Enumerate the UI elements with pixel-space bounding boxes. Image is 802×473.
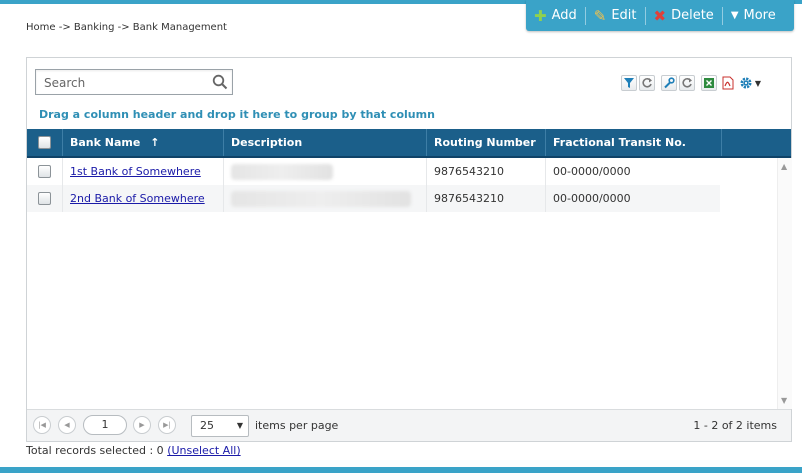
row-select-cell bbox=[27, 158, 63, 185]
caret-down-icon: ▼ bbox=[236, 421, 243, 430]
edit-button-label: Edit bbox=[611, 8, 637, 23]
page-size-select[interactable]: 25 ▼ bbox=[191, 415, 249, 437]
description-cell bbox=[224, 185, 427, 212]
refresh-icon[interactable] bbox=[639, 75, 655, 91]
fractional-transit-cell: 00-0000/0000 bbox=[553, 192, 631, 205]
refresh-icon[interactable] bbox=[679, 75, 695, 91]
breadcrumb: Home -> Banking -> Bank Management bbox=[26, 22, 227, 33]
last-page-button[interactable]: ▶| bbox=[158, 416, 176, 434]
table-row[interactable]: 1st Bank of Somewhere 9876543210 00-0000… bbox=[27, 158, 720, 185]
redacted-description bbox=[231, 191, 411, 207]
grid-tools: ▼ bbox=[621, 74, 765, 92]
page-size-value: 25 bbox=[200, 419, 214, 432]
fractional-transit-cell: 00-0000/0000 bbox=[553, 165, 631, 178]
row-checkbox[interactable] bbox=[38, 191, 51, 205]
add-button[interactable]: ✚ Add bbox=[526, 0, 585, 31]
vertical-scrollbar[interactable]: ▲ ▼ bbox=[777, 158, 792, 409]
grid-header: Bank Name ↑ Description Routing Number F… bbox=[27, 129, 791, 158]
select-all-header bbox=[27, 129, 63, 156]
column-header-routing-number[interactable]: Routing Number bbox=[427, 129, 546, 156]
close-icon: ✖ bbox=[653, 6, 667, 25]
column-header-bank-name[interactable]: Bank Name ↑ bbox=[63, 129, 224, 156]
items-per-page-label: items per page bbox=[255, 419, 339, 432]
column-header-description[interactable]: Description bbox=[224, 129, 427, 156]
column-header-fractional-transit[interactable]: Fractional Transit No. bbox=[546, 129, 722, 156]
page-number-input[interactable]: 1 bbox=[83, 415, 127, 435]
bottom-accent-bar bbox=[0, 467, 802, 473]
search-input[interactable] bbox=[42, 71, 216, 95]
scroll-down-icon[interactable]: ▼ bbox=[781, 396, 787, 405]
selection-summary: Total records selected : 0 (Unselect All… bbox=[26, 444, 241, 457]
sort-ascending-icon: ↑ bbox=[150, 136, 160, 149]
edit-button[interactable]: ✎ Edit bbox=[586, 0, 645, 31]
row-checkbox[interactable] bbox=[38, 164, 51, 178]
action-toolbar: ✚ Add ✎ Edit ✖ Delete ▼ More bbox=[526, 0, 794, 31]
pager: |◀ ◀ 1 ▶ ▶| 25 ▼ items per page 1 - 2 of… bbox=[27, 409, 791, 441]
grid-panel: ▼ Drag a column header and drop it here … bbox=[26, 57, 792, 442]
bank-name-link[interactable]: 2nd Bank of Somewhere bbox=[70, 192, 205, 205]
bank-name-cell: 2nd Bank of Somewhere bbox=[63, 185, 224, 212]
description-cell bbox=[224, 158, 427, 185]
table-row[interactable]: 2nd Bank of Somewhere 9876543210 00-0000… bbox=[27, 185, 720, 212]
delete-button-label: Delete bbox=[671, 8, 714, 23]
search-icon[interactable] bbox=[212, 74, 228, 90]
grid-body: 1st Bank of Somewhere 9876543210 00-0000… bbox=[27, 158, 791, 409]
gear-icon[interactable]: ▼ bbox=[737, 75, 763, 91]
routing-number-cell: 9876543210 bbox=[427, 158, 546, 185]
group-drop-hint: Drag a column header and drop it here to… bbox=[39, 108, 435, 121]
add-button-label: Add bbox=[551, 8, 577, 23]
plus-icon: ✚ bbox=[534, 6, 547, 25]
delete-button[interactable]: ✖ Delete bbox=[646, 0, 722, 31]
bank-name-cell: 1st Bank of Somewhere bbox=[63, 158, 224, 185]
caret-down-icon: ▼ bbox=[754, 78, 762, 88]
caret-down-icon: ▼ bbox=[730, 10, 739, 21]
search-box bbox=[35, 69, 233, 95]
pencil-icon: ✎ bbox=[593, 6, 607, 25]
excel-icon[interactable] bbox=[701, 75, 717, 91]
first-page-button[interactable]: |◀ bbox=[33, 416, 51, 434]
next-page-button[interactable]: ▶ bbox=[133, 416, 151, 434]
prev-page-button[interactable]: ◀ bbox=[58, 416, 76, 434]
bank-name-link[interactable]: 1st Bank of Somewhere bbox=[70, 165, 201, 178]
records-selected-label: Total records selected : 0 bbox=[26, 444, 164, 457]
pdf-icon[interactable] bbox=[719, 75, 735, 91]
select-all-checkbox[interactable] bbox=[38, 135, 51, 149]
routing-number-cell: 9876543210 bbox=[427, 185, 546, 212]
unselect-all-link[interactable]: (Unselect All) bbox=[167, 444, 240, 457]
column-header-label: Bank Name bbox=[70, 136, 141, 149]
filter-icon[interactable] bbox=[621, 75, 637, 91]
scroll-up-icon[interactable]: ▲ bbox=[781, 162, 787, 171]
row-select-cell bbox=[27, 185, 63, 212]
more-button[interactable]: ▼ More bbox=[723, 0, 784, 31]
redacted-description bbox=[231, 164, 333, 180]
pager-info: 1 - 2 of 2 items bbox=[693, 419, 777, 432]
wrench-icon[interactable] bbox=[661, 75, 677, 91]
more-button-label: More bbox=[743, 8, 776, 23]
